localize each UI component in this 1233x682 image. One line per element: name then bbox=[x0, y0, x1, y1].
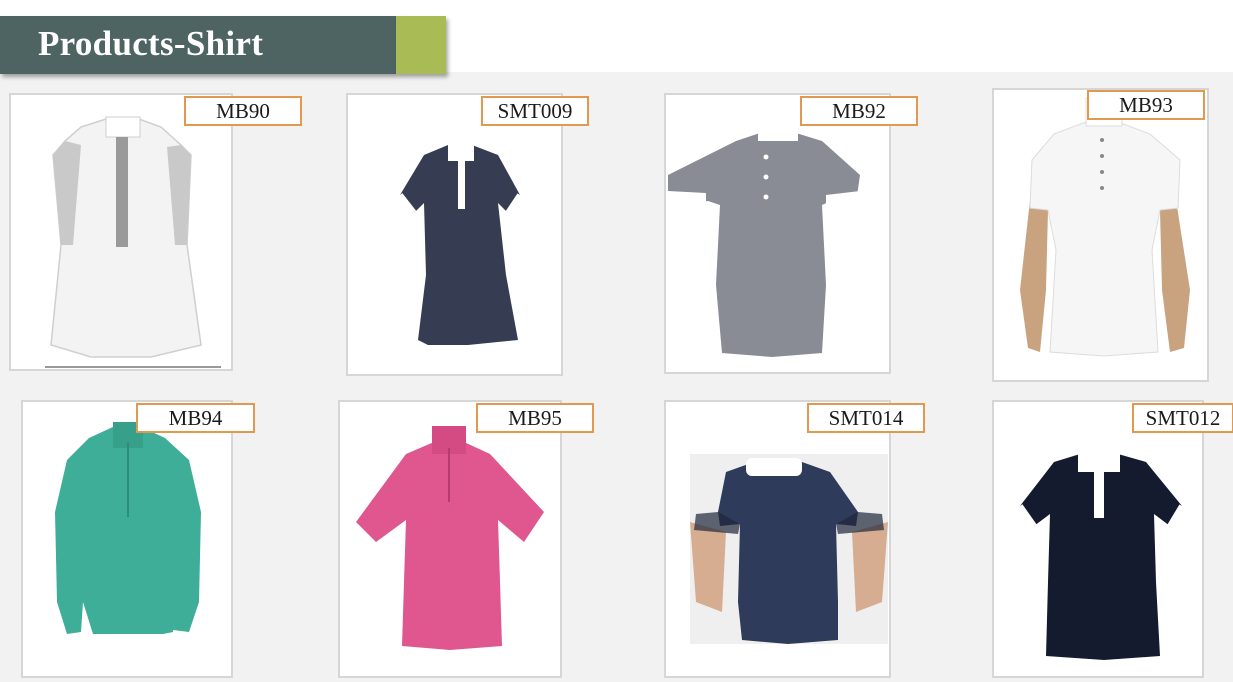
product-label: MB94 bbox=[136, 403, 255, 433]
shirt-placket bbox=[116, 137, 128, 247]
product-label: MB90 bbox=[184, 96, 302, 126]
product-card-smt014[interactable]: SMT014 bbox=[664, 400, 925, 678]
product-label: SMT009 bbox=[481, 96, 589, 126]
shirt-body bbox=[1029, 121, 1181, 357]
shirt-image bbox=[45, 116, 221, 368]
product-card-smt012[interactable]: SMT012 bbox=[992, 400, 1233, 678]
header-accent bbox=[396, 16, 446, 74]
shirt-collar bbox=[746, 458, 802, 476]
product-card-smt009[interactable]: SMT009 bbox=[346, 93, 589, 376]
product-label: SMT014 bbox=[807, 403, 925, 433]
shirt-image bbox=[1020, 97, 1190, 357]
model-arm-left bbox=[1020, 200, 1048, 352]
product-card-mb92[interactable]: MB92 bbox=[664, 93, 918, 374]
product-card-mb93[interactable]: MB93 bbox=[992, 88, 1209, 382]
shirt-image bbox=[55, 422, 201, 634]
shirt-collar bbox=[1078, 446, 1120, 472]
page-title: Products-Shirt bbox=[38, 24, 264, 63]
model-arm-right bbox=[1160, 200, 1190, 352]
shirt-collar bbox=[758, 115, 798, 141]
shirt-placket bbox=[1094, 472, 1104, 518]
shirt-image bbox=[397, 139, 523, 345]
shirt-collar bbox=[448, 139, 474, 161]
shirt-image bbox=[1017, 446, 1185, 660]
shirt-collar bbox=[105, 116, 141, 138]
product-card-mb90[interactable]: MB90 bbox=[9, 93, 302, 371]
product-label: MB93 bbox=[1087, 90, 1205, 120]
product-card-mb94[interactable]: MB94 bbox=[21, 400, 255, 678]
shirt-image bbox=[356, 426, 544, 650]
product-label: MB95 bbox=[476, 403, 594, 433]
shirt-image bbox=[668, 115, 860, 357]
product-label: MB92 bbox=[800, 96, 918, 126]
shirt-body bbox=[668, 133, 860, 357]
product-card-mb95[interactable]: MB95 bbox=[338, 400, 594, 678]
product-label: SMT012 bbox=[1132, 403, 1233, 433]
shirt-image bbox=[690, 454, 888, 644]
shirt-placket bbox=[458, 161, 465, 209]
